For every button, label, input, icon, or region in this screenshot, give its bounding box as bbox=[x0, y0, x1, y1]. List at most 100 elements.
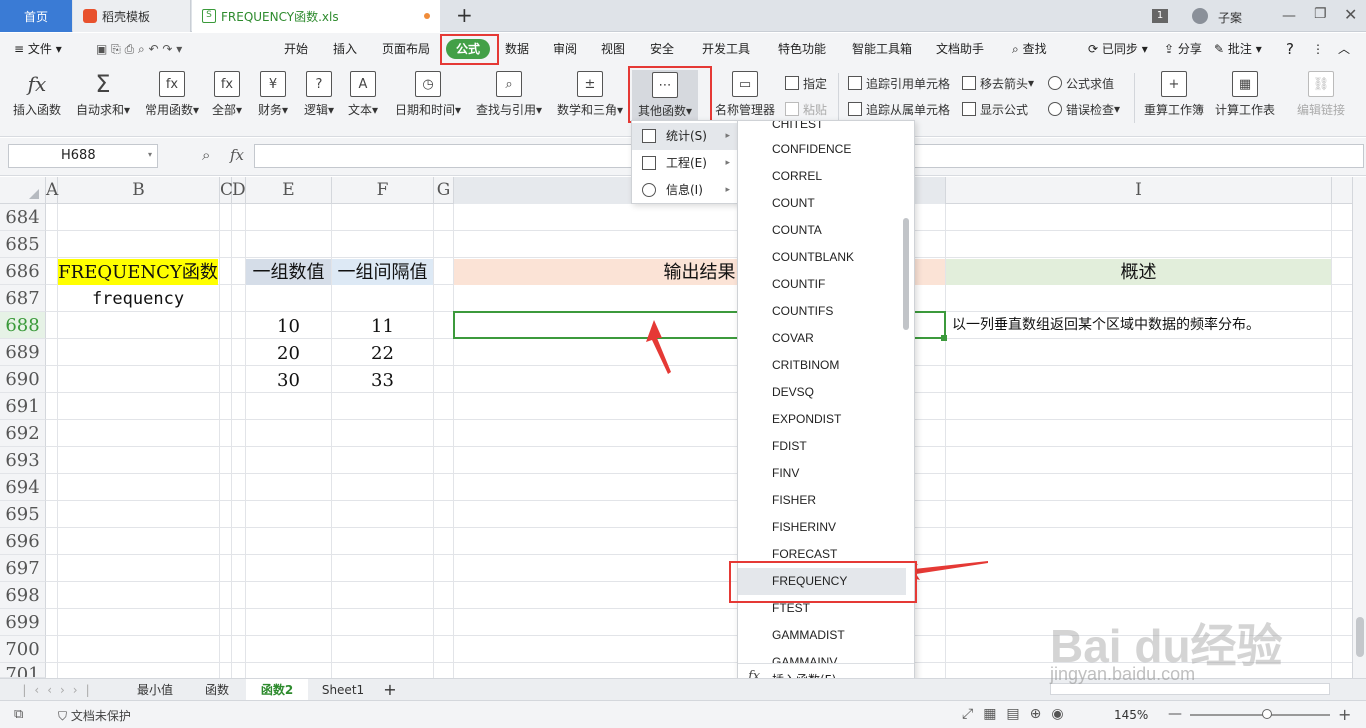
zoom-out-icon[interactable]: — bbox=[1168, 706, 1182, 722]
row-header[interactable]: 689 bbox=[0, 339, 46, 366]
sheet-tab[interactable]: Sheet1 bbox=[312, 679, 374, 701]
cell-I686[interactable]: 概述 bbox=[946, 259, 1331, 285]
menu-formula[interactable]: 公式 bbox=[446, 39, 491, 59]
autosum-button[interactable]: Σ 自动求和▾ bbox=[74, 69, 132, 125]
all-functions-button[interactable]: fx 全部▾ bbox=[210, 69, 244, 125]
datetime-button[interactable]: ◷ 日期和时间▾ bbox=[390, 69, 466, 125]
function-item[interactable]: COUNTA bbox=[772, 217, 822, 244]
cell-F688[interactable]: 11 bbox=[332, 313, 433, 340]
function-item[interactable]: COUNTBLANK bbox=[772, 244, 854, 271]
sheet-nav-arrows[interactable]: |‹‹››| bbox=[10, 679, 110, 701]
help-icon[interactable]: ? bbox=[1286, 33, 1294, 65]
function-item[interactable]: FISHER bbox=[772, 487, 816, 514]
cell-I688[interactable]: 以一列垂直数组返回某个区域中数据的频率分布。 bbox=[952, 312, 1330, 339]
sheet-tab[interactable]: 最小值 bbox=[120, 679, 190, 701]
function-item[interactable]: COUNTIF bbox=[772, 271, 825, 298]
function-item[interactable]: CONFIDENCE bbox=[772, 136, 851, 163]
menu-data[interactable]: 数据 bbox=[505, 33, 529, 65]
name-box-dropdown-icon[interactable]: ▾ bbox=[148, 150, 152, 159]
function-item[interactable]: COUNT bbox=[772, 190, 815, 217]
scroll-thumb[interactable] bbox=[1356, 617, 1364, 657]
recalc-workbook-button[interactable]: + 重算工作簿 bbox=[1142, 69, 1206, 125]
sync-button[interactable]: ⟳ 已同步 ▾ bbox=[1088, 33, 1148, 65]
cell-B687[interactable]: frequency bbox=[58, 286, 218, 313]
menu-assistant[interactable]: 文档助手 bbox=[936, 33, 984, 65]
other-functions-button[interactable]: ⋯ 其他函数▾ bbox=[632, 70, 698, 124]
function-item[interactable]: FISHERINV bbox=[772, 514, 836, 541]
tab-home[interactable]: 首页 bbox=[0, 0, 72, 32]
lookup-button[interactable]: ⌕ 查找与引用▾ bbox=[472, 69, 546, 125]
col-E[interactable]: E bbox=[246, 177, 332, 204]
cell-F686[interactable]: 一组间隔值 bbox=[332, 259, 433, 285]
user-name[interactable]: 子案 bbox=[1218, 9, 1242, 26]
add-sheet-icon[interactable]: + bbox=[378, 679, 402, 701]
menu-insert[interactable]: 插入 bbox=[333, 33, 357, 65]
row-header[interactable]: 687 bbox=[0, 285, 46, 312]
function-list-scrollbar[interactable] bbox=[903, 218, 909, 330]
menu-item-engineering[interactable]: 工程(E) ▸ bbox=[632, 150, 738, 177]
close-window-icon[interactable]: ✕ bbox=[1344, 5, 1357, 24]
calc-sheet-button[interactable]: ▦ 计算工作表 bbox=[1212, 69, 1278, 125]
menu-view[interactable]: 视图 bbox=[601, 33, 625, 65]
remove-arrows-button[interactable]: 移去箭头 ▾ bbox=[962, 73, 1034, 93]
row-header[interactable]: 693 bbox=[0, 447, 46, 474]
show-formulas-button[interactable]: 显示公式 bbox=[962, 99, 1028, 119]
col-A[interactable]: A bbox=[46, 177, 58, 204]
cell-E686[interactable]: 一组数值 bbox=[246, 259, 331, 285]
evaluate-formula-button[interactable]: 公式求值 bbox=[1048, 73, 1114, 93]
tab-docer[interactable]: 稻壳模板 bbox=[73, 0, 191, 32]
minimize-icon[interactable]: — bbox=[1282, 8, 1296, 24]
function-item-frequency[interactable]: FREQUENCY bbox=[738, 568, 906, 595]
row-header[interactable]: 686 bbox=[0, 258, 46, 285]
name-box[interactable]: H688 bbox=[8, 144, 158, 168]
menu-features[interactable]: 特色功能 bbox=[778, 33, 826, 65]
menu-developer[interactable]: 开发工具 bbox=[702, 33, 750, 65]
menu-start[interactable]: 开始 bbox=[284, 33, 308, 65]
restore-icon[interactable]: ❐ bbox=[1314, 6, 1327, 22]
row-header[interactable]: 698 bbox=[0, 582, 46, 609]
row-header[interactable]: 685 bbox=[0, 231, 46, 258]
sheet-tab-active[interactable]: 函数2 bbox=[246, 679, 308, 701]
cell-F689[interactable]: 22 bbox=[332, 340, 433, 367]
row-header[interactable]: 691 bbox=[0, 393, 46, 420]
function-item[interactable]: CORREL bbox=[772, 163, 822, 190]
quick-access-icons[interactable]: ▣ ⎘ ⎙ ⌕ ↶ ↷ ▾ bbox=[96, 33, 182, 65]
layout-icon[interactable]: ⧉ bbox=[14, 707, 23, 722]
logic-button[interactable]: ? 逻辑▾ bbox=[301, 69, 337, 125]
row-header[interactable]: 690 bbox=[0, 366, 46, 393]
finance-button[interactable]: ¥ 财务▾ bbox=[255, 69, 291, 125]
text-button[interactable]: A 文本▾ bbox=[345, 69, 381, 125]
row-header[interactable]: 700 bbox=[0, 636, 46, 663]
zoom-icon[interactable]: ⌕ bbox=[202, 146, 210, 164]
view-mode-icons[interactable]: ⤢▦▤⊕◉ bbox=[962, 706, 1074, 722]
fill-handle[interactable] bbox=[941, 335, 947, 341]
protect-status[interactable]: ⛉ 文档未保护 bbox=[58, 707, 131, 724]
function-item[interactable]: COUNTIFS bbox=[772, 298, 833, 325]
cell-B686[interactable]: FREQUENCY函数 bbox=[58, 259, 218, 285]
sheet-tab[interactable]: 函数 bbox=[192, 679, 242, 701]
col-B[interactable]: B bbox=[58, 177, 220, 204]
assign-button[interactable]: 指定 bbox=[785, 73, 827, 93]
window-count-badge[interactable]: 1 bbox=[1152, 9, 1168, 23]
row-header[interactable]: 692 bbox=[0, 420, 46, 447]
cell-E689[interactable]: 20 bbox=[246, 340, 331, 367]
row-header[interactable]: 699 bbox=[0, 609, 46, 636]
trace-dependents-button[interactable]: 追踪从属单元格 bbox=[848, 99, 950, 119]
trace-precedents-button[interactable]: 追踪引用单元格 bbox=[848, 73, 950, 93]
row-header[interactable]: 694 bbox=[0, 474, 46, 501]
zoom-slider[interactable] bbox=[1190, 714, 1330, 716]
more-icon[interactable]: ⋮ bbox=[1312, 33, 1324, 65]
row-header[interactable]: 684 bbox=[0, 204, 46, 231]
error-check-button[interactable]: 错误检查 ▾ bbox=[1048, 99, 1120, 119]
function-item[interactable]: DEVSQ bbox=[772, 379, 814, 406]
col-C[interactable]: C bbox=[220, 177, 233, 204]
menu-security[interactable]: 安全 bbox=[650, 33, 674, 65]
function-item[interactable]: FDIST bbox=[772, 433, 807, 460]
comment-button[interactable]: ✎ 批注 ▾ bbox=[1214, 33, 1262, 65]
zoom-in-icon[interactable]: + bbox=[1338, 705, 1351, 724]
paste-button[interactable]: 粘贴 bbox=[785, 99, 827, 119]
edit-links-button[interactable]: ⛓ 编辑链接 bbox=[1292, 69, 1350, 125]
collapse-ribbon-icon[interactable]: ︿ bbox=[1338, 33, 1350, 65]
menu-item-statistics[interactable]: 统计(S) ▸ bbox=[632, 123, 738, 150]
zoom-slider-thumb[interactable] bbox=[1262, 709, 1272, 719]
